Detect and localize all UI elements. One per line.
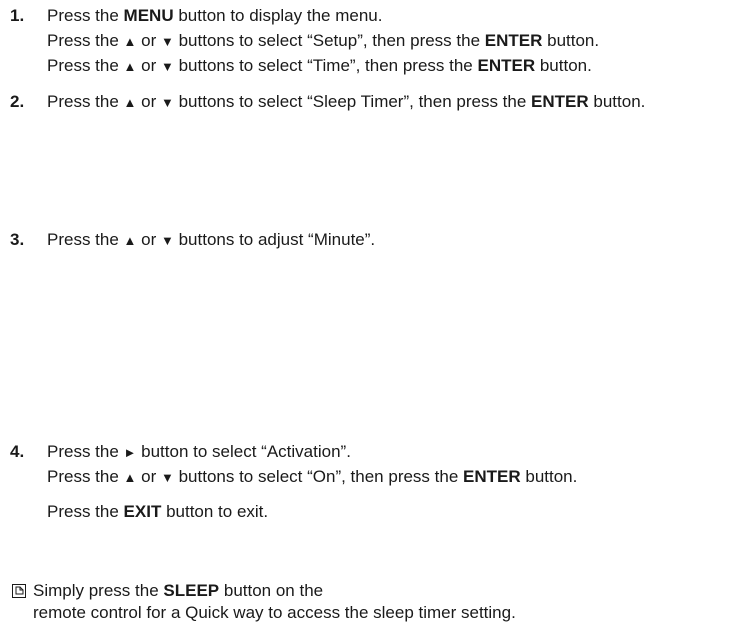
down-arrow-icon: ▼: [160, 59, 174, 74]
enter-button-name: ENTER: [477, 56, 536, 75]
right-arrow-icon: ►: [123, 445, 137, 460]
up-arrow-icon: ▲: [123, 470, 137, 485]
step-number: 3.: [10, 230, 25, 249]
step-number: 4.: [10, 442, 25, 461]
down-arrow-icon: ▼: [160, 233, 174, 248]
note-icon-glyph: [15, 586, 23, 595]
down-arrow-icon: ▼: [160, 470, 174, 485]
note-line: Simply press the SLEEP button on the: [33, 581, 324, 600]
enter-button-name: ENTER: [463, 467, 521, 486]
step-line: Press the ▲ or ▼ buttons to adjust “Minu…: [47, 230, 376, 249]
sleep-button-name: SLEEP: [163, 581, 220, 600]
down-arrow-icon: ▼: [160, 34, 174, 49]
up-arrow-icon: ▲: [123, 233, 137, 248]
step-line: Press the ▲ or ▼ buttons to select “Slee…: [47, 92, 646, 111]
step-line: Press the ▲ or ▼ buttons to select “Time…: [47, 56, 592, 75]
enter-button-name: ENTER: [531, 92, 589, 111]
up-arrow-icon: ▲: [123, 59, 137, 74]
enter-button-name: ENTER: [484, 31, 543, 50]
down-arrow-icon: ▼: [160, 95, 174, 110]
up-arrow-icon: ▲: [123, 34, 137, 49]
exit-button-name: EXIT: [123, 502, 162, 521]
step-line: Press the ▲ or ▼ buttons to select “On”,…: [47, 467, 578, 486]
step-line: Press the ▲ or ▼ buttons to select “Setu…: [47, 31, 600, 50]
up-arrow-icon: ▲: [123, 95, 137, 110]
note-line: remote control for a Quick way to access…: [33, 603, 516, 622]
step-line: Press the MENU button to display the men…: [47, 6, 383, 25]
step-line: Press the EXIT button to exit.: [47, 502, 269, 521]
step-number: 2.: [10, 92, 25, 111]
step-number: 1.: [10, 6, 25, 25]
note-icon: [12, 584, 26, 598]
menu-button-name: MENU: [123, 6, 174, 25]
step-line: Press the ► button to select “Activation…: [47, 442, 351, 461]
